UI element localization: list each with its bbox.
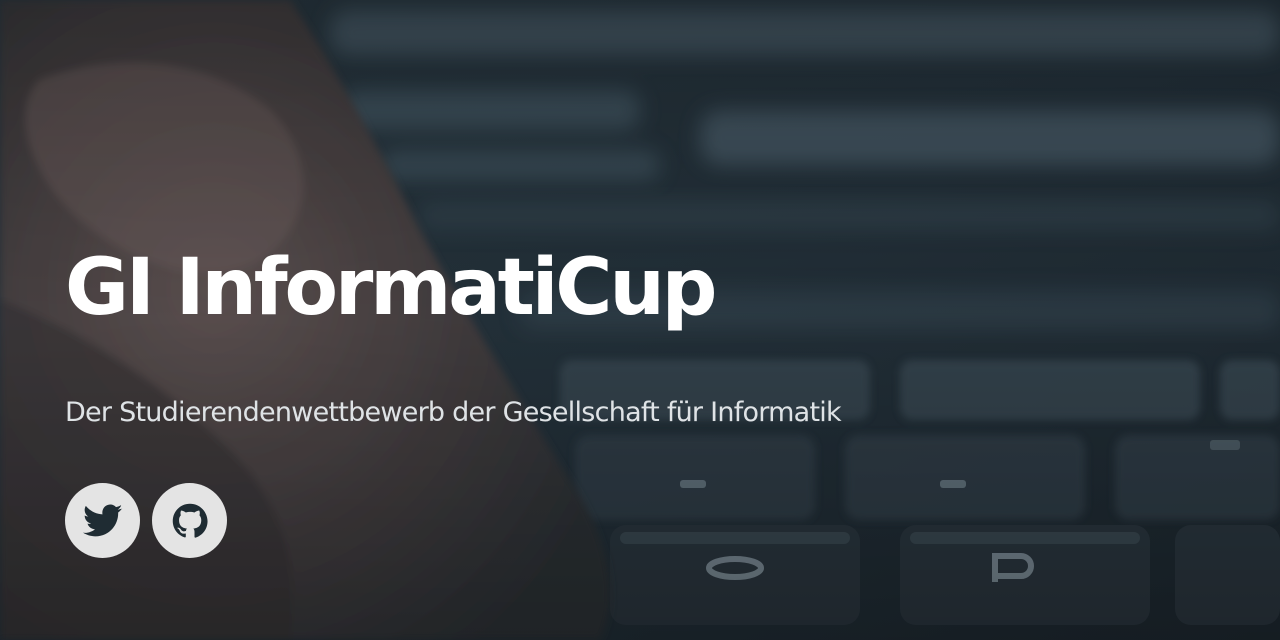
github-icon	[172, 503, 208, 538]
github-button[interactable]	[152, 483, 227, 558]
page-subtitle: Der Studierendenwettbewerb der Gesellsch…	[65, 397, 842, 428]
page-title: GI InformatiCup	[65, 243, 717, 333]
hero-content: GI InformatiCup Der Studierendenwettbewe…	[65, 0, 1245, 640]
twitter-button[interactable]	[65, 483, 140, 558]
twitter-icon	[82, 504, 122, 536]
hero-banner: GI InformatiCup Der Studierendenwettbewe…	[0, 0, 1280, 640]
